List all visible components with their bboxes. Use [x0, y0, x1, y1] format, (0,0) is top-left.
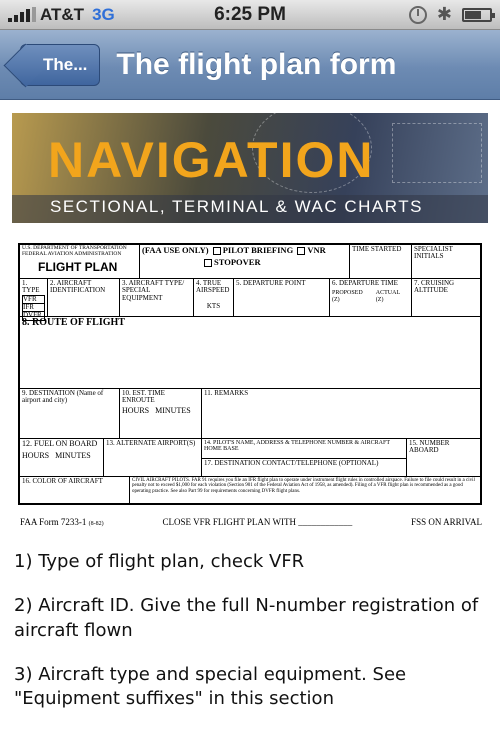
faa-use-label: (FAA USE ONLY) — [142, 245, 209, 255]
field-8-label: 8. ROUTE OF FLIGHT — [22, 317, 125, 328]
signal-strength-icon — [8, 6, 36, 22]
field-17-cell[interactable]: 17. DESTINATION CONTACT/TELEPHONE (OPTIO… — [202, 459, 407, 477]
fss-arrival-text: FSS ON ARRIVAL — [411, 517, 482, 527]
field-6-cell[interactable]: 6. DEPARTURE TIME PROPOSED (Z) ACTUAL (Z… — [330, 279, 412, 317]
field-12-minutes: MINUTES — [55, 451, 91, 461]
field-11-cell[interactable]: 11. REMARKS — [202, 389, 482, 439]
carrier-name: AT&T — [40, 4, 85, 24]
field-7-cell[interactable]: 7. CRUISING ALTITUDE — [412, 279, 482, 317]
field-2-label: 2. AIRCRAFT IDENTIFICATION — [50, 279, 106, 295]
field-16-label: 16. COLOR OF AIRCRAFT — [22, 477, 103, 485]
field-6-label: 6. DEPARTURE TIME — [332, 279, 398, 287]
form-heading: FLIGHT PLAN — [38, 259, 118, 274]
field-10-minutes: MINUTES — [155, 405, 191, 415]
field-15-label: 15. NUMBER ABOARD — [409, 439, 450, 455]
field-8-cell[interactable]: 8. ROUTE OF FLIGHT — [20, 317, 482, 389]
time-started-label: TIME STARTED — [352, 245, 402, 253]
checkbox-stopover[interactable] — [204, 259, 212, 268]
field-7-label: 7. CRUISING ALTITUDE — [414, 279, 455, 295]
field-13-cell[interactable]: 13. ALTERNATE AIRPORT(S) — [104, 439, 202, 477]
field-9-cell[interactable]: 9. DESTINATION (Name of airport and city… — [20, 389, 120, 439]
note-item: 3) Aircraft type and special equipment. … — [14, 663, 407, 710]
note-item: 2) Aircraft ID. Give the full N-number r… — [14, 595, 479, 641]
field-14-cell[interactable]: 14. PILOT'S NAME, ADDRESS & TELEPHONE NU… — [202, 439, 407, 459]
pilot-briefing-label: PILOT BRIEFING — [222, 245, 294, 255]
field-13-label: 13. ALTERNATE AIRPORT(S) — [106, 439, 196, 447]
map-decoration — [392, 123, 482, 183]
field-12-cell[interactable]: 12. FUEL ON BOARD HOURS MINUTES — [20, 439, 104, 477]
field-6-actual: ACTUAL (Z) — [375, 290, 400, 303]
banner-subtitle: SECTIONAL, TERMINAL & WAC CHARTS — [50, 197, 423, 216]
page-title: The flight plan form — [116, 47, 397, 81]
civil-notice-text: CIVIL AIRCRAFT PILOTS. FAR 91 requires y… — [132, 478, 475, 494]
field-1-label: 1. TYPE — [22, 279, 40, 295]
field-1-cell: 1. TYPE VFR IFR DVFR — [20, 279, 48, 321]
specialist-label: SPECIALIST INITIALS — [414, 245, 453, 261]
back-button-label: The... — [43, 54, 88, 74]
field-16-cell[interactable]: 16. COLOR OF AIRCRAFT — [20, 477, 130, 505]
rotation-lock-icon — [408, 5, 427, 24]
field-5-label: 5. DEPARTURE POINT — [236, 279, 306, 287]
back-button[interactable]: The... — [20, 43, 101, 86]
field-12-label: 12. FUEL ON BOARD — [22, 439, 98, 448]
field-5-cell[interactable]: 5. DEPARTURE POINT — [234, 279, 330, 317]
banner-title: NAVIGATION — [48, 132, 375, 188]
form-header-cell: U.S. DEPARTMENT OF TRANSPORTATION FEDERA… — [20, 245, 140, 279]
field-11-label: 11. REMARKS — [204, 389, 249, 397]
notes-section: 1) Type of flight plan, check VFR 2) Air… — [0, 540, 500, 711]
form-date: (8-82) — [88, 521, 104, 527]
network-type: 3G — [92, 4, 115, 24]
status-bar: AT&T 3G 6:25 PM ✱ — [0, 0, 500, 30]
field-10-hours: HOURS — [122, 405, 150, 415]
vnr-label: VNR — [307, 245, 326, 255]
faa-use-cell: (FAA USE ONLY) PILOT BRIEFING VNR STOPOV… — [140, 245, 350, 279]
time-started-cell: TIME STARTED — [350, 245, 412, 279]
close-vfr-text: CLOSE VFR FLIGHT PLAN WITH — [162, 517, 296, 527]
field-2-cell[interactable]: 2. AIRCRAFT IDENTIFICATION — [48, 279, 120, 317]
specialist-cell: SPECIALIST INITIALS — [412, 245, 482, 279]
note-item: 1) Type of flight plan, check VFR — [14, 551, 305, 572]
field-3-cell[interactable]: 3. AIRCRAFT TYPE/ SPECIAL EQUIPMENT — [120, 279, 194, 317]
field-6-proposed: PROPOSED (Z) — [332, 290, 363, 303]
field-4-label: 4. TRUE AIRSPEED — [196, 279, 230, 295]
checkbox-pilot-briefing[interactable] — [212, 247, 221, 256]
navigation-bar: The... The flight plan form — [0, 30, 500, 100]
flight-plan-form: U.S. DEPARTMENT OF TRANSPORTATION FEDERA… — [12, 235, 488, 540]
field-15-cell[interactable]: 15. NUMBER ABOARD — [407, 439, 482, 477]
form-footer: FAA Form 7233-1 (8-82) CLOSE VFR FLIGHT … — [20, 517, 482, 527]
navigation-banner: NAVIGATION SECTIONAL, TERMINAL & WAC CHA… — [12, 113, 488, 223]
field-3-label: 3. AIRCRAFT TYPE/ SPECIAL EQUIPMENT — [122, 279, 185, 302]
checkbox-vnr[interactable] — [297, 247, 306, 256]
field-4-cell[interactable]: 4. TRUE AIRSPEED KTS — [194, 279, 234, 317]
battery-icon — [462, 7, 495, 22]
form-agency: U.S. DEPARTMENT OF TRANSPORTATION FEDERA… — [22, 245, 127, 257]
civil-notice-cell: CIVIL AIRCRAFT PILOTS. FAR 91 requires y… — [130, 477, 482, 505]
bluetooth-icon: ✱ — [436, 4, 452, 24]
stopover-label: STOPOVER — [214, 257, 261, 268]
field-10-cell[interactable]: 10. EST. TIME ENROUTE HOURS MINUTES — [120, 389, 202, 439]
form-grid: U.S. DEPARTMENT OF TRANSPORTATION FEDERA… — [18, 243, 482, 505]
field-12-hours: HOURS — [22, 451, 50, 461]
field-14-label: 14. PILOT'S NAME, ADDRESS & TELEPHONE NU… — [204, 440, 390, 453]
field-10-label: 10. EST. TIME ENROUTE — [122, 389, 165, 405]
field-4-unit: KTS — [206, 301, 221, 310]
field-9-label: 9. DESTINATION (Name of airport and city… — [22, 389, 104, 405]
field-17-label: 17. DESTINATION CONTACT/TELEPHONE (OPTIO… — [204, 459, 379, 467]
form-number: FAA Form 7233-1 — [20, 517, 87, 527]
